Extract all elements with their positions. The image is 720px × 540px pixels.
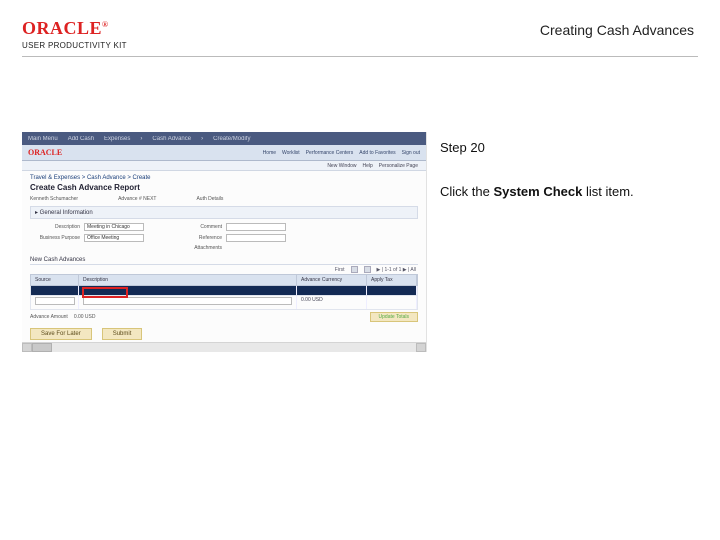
att-label: Attachments bbox=[174, 245, 222, 251]
grid-tool-icon[interactable] bbox=[351, 266, 358, 273]
instruction-text: Click the System Check list item. bbox=[440, 183, 696, 201]
desc-input[interactable]: Meeting in Chicago bbox=[84, 223, 144, 231]
ref-label: Reference bbox=[174, 235, 222, 241]
grid-row[interactable]: 0.00 USD bbox=[30, 296, 418, 310]
desc-label: Description bbox=[32, 224, 80, 230]
save-for-later-button[interactable]: Save For Later bbox=[30, 328, 92, 340]
scroll-right-arrow[interactable] bbox=[416, 343, 426, 352]
browser-tabbar: Main Menu Add Cash Expenses › Cash Advan… bbox=[22, 132, 426, 145]
bu-label: Business Purpose bbox=[32, 235, 80, 241]
nav-addfav[interactable]: Add to Favorites bbox=[359, 150, 395, 156]
totals-value: 0.00 USD bbox=[74, 314, 96, 320]
meta-name: Kenneth Schumacher bbox=[30, 196, 78, 202]
scroll-left-arrow[interactable] bbox=[22, 343, 32, 352]
breadcrumb: Travel & Expenses > Cash Advance > Creat… bbox=[22, 171, 426, 183]
nav-perf[interactable]: Performance Centers bbox=[306, 150, 354, 156]
comment-input[interactable] bbox=[226, 223, 286, 231]
nav-home[interactable]: Home bbox=[263, 150, 276, 156]
link-new-window[interactable]: New Window bbox=[327, 163, 356, 169]
meta-adv-value: NEXT bbox=[143, 196, 156, 202]
page-title: Creating Cash Advances bbox=[540, 22, 694, 38]
header-rule bbox=[22, 56, 698, 57]
submit-button[interactable]: Submit bbox=[102, 328, 143, 340]
app-subbar: New Window Help Personalize Page bbox=[22, 161, 426, 171]
desc-row-input[interactable] bbox=[83, 297, 292, 305]
grid-header: Source Description Advance Currency Appl… bbox=[30, 274, 418, 286]
scroll-thumb[interactable] bbox=[32, 343, 52, 352]
app-screenshot: Main Menu Add Cash Expenses › Cash Advan… bbox=[22, 132, 427, 352]
comment-label: Comment bbox=[174, 224, 222, 230]
ref-input[interactable] bbox=[226, 234, 286, 242]
row-amount: 0.00 USD bbox=[297, 296, 367, 309]
system-check-highlight[interactable] bbox=[82, 287, 128, 298]
meta-auth: Auth Details bbox=[196, 196, 223, 202]
nav-signout[interactable]: Sign out bbox=[402, 150, 420, 156]
section-general-info[interactable]: ▸ General Information bbox=[30, 206, 418, 219]
app-topbar: ORACLE Home Worklist Performance Centers… bbox=[22, 145, 426, 161]
source-input[interactable] bbox=[35, 297, 75, 305]
horizontal-scrollbar[interactable] bbox=[22, 342, 426, 352]
link-help[interactable]: Help bbox=[363, 163, 373, 169]
app-oracle-logo: ORACLE bbox=[28, 148, 62, 157]
grid-tool-icon[interactable] bbox=[364, 266, 371, 273]
grid-find-label: First bbox=[335, 267, 345, 273]
brand-subtitle: USER PRODUCTIVITY KIT bbox=[22, 41, 698, 50]
totals-label: Advance Amount bbox=[30, 314, 68, 320]
nav-worklist[interactable]: Worklist bbox=[282, 150, 300, 156]
update-totals-button[interactable]: Update Totals bbox=[370, 312, 418, 322]
step-label: Step 20 bbox=[440, 140, 696, 155]
grid-range: ▶ | 1-1 of 1 ▶ | All bbox=[377, 267, 416, 273]
bu-select[interactable]: Office Meeting bbox=[84, 234, 144, 242]
section-new-cash-advances: New Cash Advances bbox=[30, 257, 418, 265]
app-page-title: Create Cash Advance Report bbox=[22, 183, 426, 194]
link-personalize[interactable]: Personalize Page bbox=[379, 163, 418, 169]
meta-adv-label: Advance # bbox=[118, 196, 142, 202]
